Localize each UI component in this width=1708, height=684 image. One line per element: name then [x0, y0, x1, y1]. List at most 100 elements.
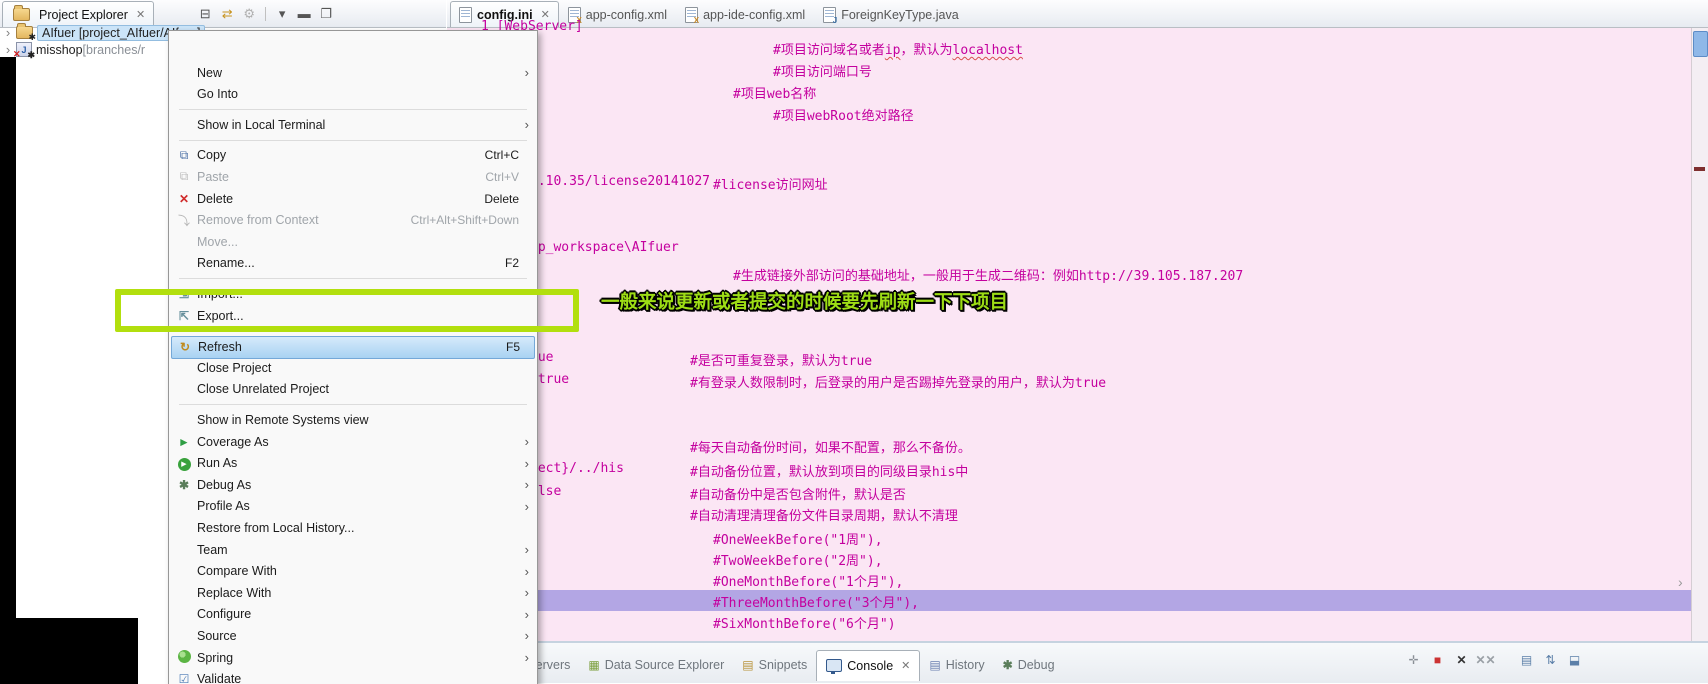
menu-item-label: Go Into	[197, 87, 238, 102]
menu-item-debug-as[interactable]: ✱ Debug As ›	[171, 474, 533, 495]
debug-icon: ✱	[1002, 658, 1013, 672]
code-line: 8.10.35/license20141027	[530, 174, 711, 189]
menu-item-show-in-remote-systems-view[interactable]: Show in Remote Systems view	[171, 409, 533, 430]
snippets-icon: ▤	[742, 658, 754, 672]
menu-item-label: Paste	[197, 169, 229, 184]
menu-item-label: Configure	[197, 607, 252, 622]
code-line: #自动备份位置，默认放到项目的同级目录his中	[690, 465, 969, 480]
terminate-icon[interactable]: ■	[1429, 651, 1446, 668]
database-icon: ▦	[588, 658, 599, 672]
coverage-icon: ►	[178, 434, 190, 449]
menu-item-configure[interactable]: Configure ›	[171, 604, 533, 625]
menu-item-shortcut: Ctrl+Alt+Shift+Down	[410, 213, 519, 228]
menu-item-close-project[interactable]: Close Project	[171, 357, 533, 378]
menu-item-rename[interactable]: Rename... F2	[171, 253, 533, 274]
code-line: #每天自动备份时间，如果不配置，那么不备份。	[690, 441, 971, 456]
java-file-icon: J	[823, 6, 837, 25]
remove-all-launches-icon[interactable]: ✕✕	[1475, 651, 1496, 668]
error-marker[interactable]	[1694, 167, 1705, 171]
project-explorer-tab-label: Project Explorer	[39, 7, 128, 22]
menu-item-label: Restore from Local History...	[197, 520, 355, 535]
terminate-icon: ■	[1433, 652, 1442, 667]
code-line: #OneMonthBefore("1个月"),	[713, 575, 904, 590]
menu-item-team[interactable]: Team ›	[171, 539, 533, 560]
menu-item-label: Rename...	[197, 256, 255, 271]
menu-item-refresh[interactable]: ↻ Refresh F5	[171, 335, 535, 359]
text-file-icon	[459, 6, 472, 23]
remove-all-launches-icon: ✕✕	[1475, 652, 1496, 667]
menu-item-move[interactable]: Move...	[171, 231, 533, 252]
tab-label: app-config.xml	[585, 7, 668, 22]
xml-file-icon: X	[685, 6, 699, 25]
maximize-icon[interactable]: ❐	[317, 5, 335, 23]
database-icon: ▦	[588, 658, 600, 672]
open-console-icon[interactable]: ⬓	[1566, 651, 1583, 668]
menu-item-coverage-as[interactable]: ► Coverage As ›	[171, 431, 533, 452]
menu-item-go-into[interactable]: Go Into	[171, 84, 533, 105]
submenu-arrow-icon: ›	[524, 117, 529, 133]
history-icon: ▤	[929, 658, 940, 672]
menu-item-compare-with[interactable]: Compare With ›	[171, 561, 533, 582]
menu-item-close-unrelated-project[interactable]: Close Unrelated Project	[171, 379, 533, 400]
snippets-icon: ▤	[742, 658, 753, 672]
collapse-all-icon[interactable]: ⊟	[196, 5, 214, 23]
code-editor[interactable]	[447, 28, 1691, 641]
minimize-icon[interactable]: ▬	[295, 5, 313, 23]
clear-console-icon[interactable]: ▤	[1518, 651, 1535, 668]
menu-item-source[interactable]: Source ›	[171, 625, 533, 646]
menu-item-label: Profile As	[197, 499, 250, 514]
chevron-right-icon[interactable]: ›	[1678, 574, 1683, 590]
expander-icon[interactable]: ›	[2, 25, 14, 40]
menu-item-restore-from-local-history[interactable]: Restore from Local History...	[171, 517, 533, 538]
scrollbar-thumb[interactable]	[1693, 31, 1708, 57]
menu-item-show-in-local-terminal[interactable]: Show in Local Terminal ›	[171, 114, 533, 135]
view-menu-icon: ▾	[278, 5, 286, 21]
menu-item-label: Close Unrelated Project	[197, 382, 330, 397]
tab-console[interactable]: Console ✕	[816, 649, 921, 681]
menu-item-label: New	[197, 65, 223, 80]
submenu-arrow-icon: ›	[524, 585, 529, 601]
spring-icon	[177, 649, 191, 663]
menu-item-shortcut: F2	[504, 256, 519, 271]
editor-scrollbar[interactable]	[1691, 28, 1708, 641]
focus-icon[interactable]: ⚙	[240, 5, 258, 23]
menu-item-validate[interactable]: ☑ Validate	[171, 669, 533, 684]
submenu-arrow-icon: ›	[524, 563, 529, 579]
view-menu-icon[interactable]: ▾	[273, 5, 291, 23]
tree-item-misshop[interactable]: › J ✕ ✱ misshop [branches/r	[2, 41, 145, 60]
submenu-arrow-icon: ›	[524, 542, 529, 557]
menu-item-profile-as[interactable]: Profile As ›	[171, 496, 533, 517]
tab-data-source-explorer[interactable]: ▦ Data Source Explorer	[579, 650, 733, 680]
tree-item-label: misshop	[36, 42, 83, 57]
tab-snippets[interactable]: ▤ Snippets	[733, 650, 816, 680]
tab-app-ide-config-xml[interactable]: Xapp-ide-config.xml	[676, 1, 814, 27]
remove-launch-icon[interactable]: ✕	[1453, 651, 1470, 668]
close-icon[interactable]: ✕	[136, 8, 145, 21]
menu-item-label: Copy	[197, 148, 227, 163]
code-line: #有登录人数限制时，后登录的用户是否踢掉先登录的用户，默认为true	[690, 376, 1107, 391]
menu-item-delete[interactable]: ✕ Delete Delete	[171, 188, 533, 209]
tab-history[interactable]: ▤ History	[920, 650, 993, 680]
tab-label: Debug	[1017, 658, 1055, 672]
code-line: #SixMonthBefore("6个月")	[713, 617, 896, 632]
tab-foreignkeytype-java[interactable]: J ForeignKeyType.java	[814, 1, 967, 27]
menu-item-run-as[interactable]: ▶ Run As ›	[171, 453, 533, 474]
scroll-lock-icon[interactable]: ⇅	[1542, 651, 1559, 668]
submenu-arrow-icon: ›	[524, 628, 529, 644]
refresh-icon: ↻	[179, 340, 191, 355]
menu-item-new[interactable]: New ›	[171, 62, 533, 83]
link-with-editor-icon[interactable]: ⇄	[218, 5, 236, 23]
code-line: #OneWeekBefore("1周"),	[713, 533, 883, 548]
tab-label: app-ide-config.xml	[703, 7, 806, 22]
close-icon[interactable]: ✕	[901, 659, 910, 672]
menu-item-replace-with[interactable]: Replace With ›	[171, 582, 533, 603]
focus-icon: ⚙	[243, 5, 255, 21]
menu-item-remove-from-context[interactable]: ⤵ Remove from Context Ctrl+Alt+Shift+Down	[171, 210, 533, 231]
menu-item-label: Coverage As	[197, 434, 269, 449]
code-line: #license访问网址	[713, 178, 828, 193]
tab-debug[interactable]: ✱ Debug	[994, 650, 1064, 680]
menu-item-spring[interactable]: Spring ›	[171, 647, 533, 668]
menu-item-copy[interactable]: ⧉ Copy Ctrl+C	[171, 145, 533, 166]
pin-console-icon[interactable]: ✛	[1405, 651, 1422, 668]
menu-item-paste[interactable]: ⧉ Paste Ctrl+V	[171, 166, 533, 187]
